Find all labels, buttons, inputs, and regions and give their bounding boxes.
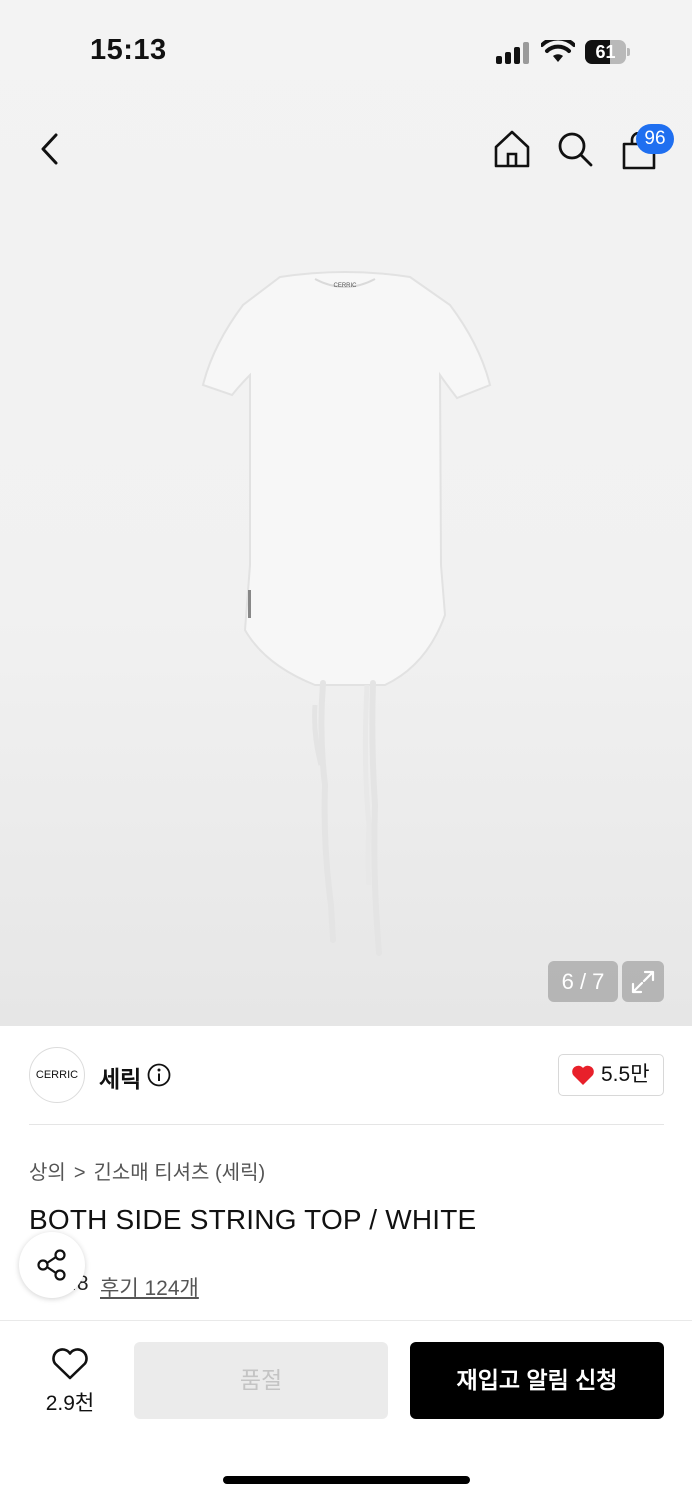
share-icon <box>37 1249 66 1281</box>
expand-button[interactable] <box>622 961 664 1002</box>
breadcrumb-separator: > <box>73 1162 86 1184</box>
cart-count-badge: 96 <box>636 124 674 154</box>
expand-icon <box>631 970 655 993</box>
chevron-left-icon <box>41 133 58 165</box>
bottom-action-bar: 2.9천 품절 재입고 알림 신청 <box>0 1320 692 1501</box>
search-icon <box>558 132 593 167</box>
info-icon[interactable] <box>147 1063 171 1087</box>
top-nav <box>0 118 692 182</box>
share-button[interactable] <box>19 1232 85 1298</box>
battery-icon: 61 <box>585 40 631 64</box>
home-icon <box>494 130 530 168</box>
brand-like-count: 5.5만 <box>601 1063 650 1086</box>
wifi-icon <box>541 40 575 62</box>
wishlist-button[interactable]: 2.9천 <box>30 1347 110 1417</box>
product-photo: CERRIC <box>201 271 492 956</box>
wishlist-count: 2.9천 <box>45 1392 95 1415</box>
search-button[interactable] <box>552 126 598 172</box>
status-bar: 15:13 61 <box>0 0 692 100</box>
battery-level: 61 <box>595 42 616 62</box>
breadcrumb-item-category[interactable]: 상의 <box>29 1162 66 1184</box>
image-counter: 6 / 7 <box>548 961 618 1002</box>
brand-logo[interactable]: CERRIC <box>29 1047 85 1103</box>
brand-like-button[interactable]: 5.5만 <box>558 1054 664 1096</box>
product-image-gallery[interactable]: 15:13 61 96 CERRIC 6 / 7 <box>0 0 692 1026</box>
breadcrumb: 상의 > 긴소매 티셔츠 (세릭) <box>29 1156 265 1185</box>
brand-name[interactable]: 세릭 <box>99 1060 141 1094</box>
restock-alert-button[interactable]: 재입고 알림 신청 <box>410 1342 664 1419</box>
home-indicator <box>223 1476 470 1484</box>
brand-row: CERRIC 세릭 5.5만 <box>0 1026 692 1124</box>
home-button[interactable] <box>489 126 535 172</box>
breadcrumb-item-subcategory[interactable]: 긴소매 티셔츠 (세릭) <box>94 1162 266 1184</box>
heart-icon <box>572 1065 594 1085</box>
sold-out-button: 품절 <box>134 1342 388 1419</box>
status-time: 15:13 <box>90 34 167 66</box>
back-button[interactable] <box>27 126 73 172</box>
product-label: CERRIC <box>333 283 357 289</box>
product-title: BOTH SIDE STRING TOP / WHITE <box>29 1204 477 1235</box>
heart-outline-icon <box>52 1348 88 1380</box>
review-link[interactable]: 후기 124개 <box>100 1272 199 1302</box>
divider <box>29 1124 664 1125</box>
signal-icon <box>496 42 532 64</box>
